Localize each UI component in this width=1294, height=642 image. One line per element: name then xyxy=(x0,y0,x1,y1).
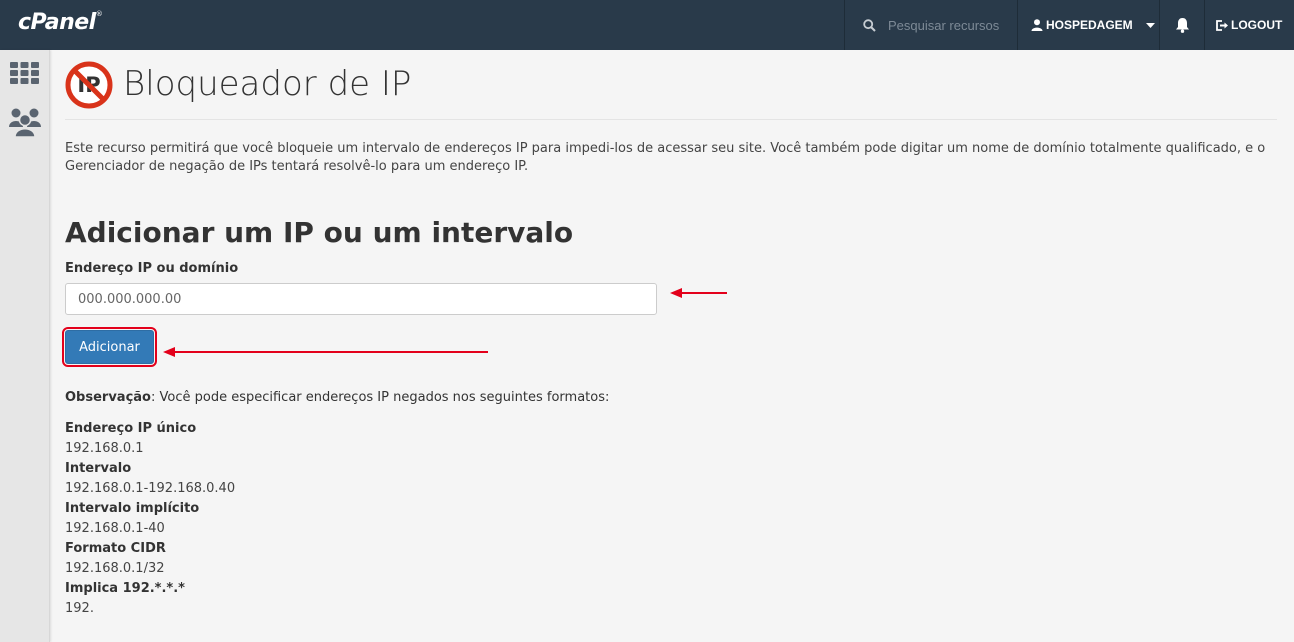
search-box[interactable] xyxy=(845,0,1017,50)
format-name: Intervalo xyxy=(65,461,132,476)
user-menu-dropdown[interactable]: HOSPEDAGEM xyxy=(1018,0,1160,50)
notifications-button[interactable] xyxy=(1160,0,1204,50)
ip-blocker-icon: IP xyxy=(65,61,113,109)
ip-or-domain-input[interactable] xyxy=(65,283,657,315)
format-example: 192.168.0.1-192.168.0.40 xyxy=(65,481,236,496)
caret-down-icon xyxy=(1145,22,1155,28)
cpanel-logo[interactable]: cPanel® xyxy=(18,10,103,35)
add-button[interactable]: Adicionar xyxy=(62,327,157,367)
top-navbar: cPanel® HOSPEDAGEM LOGOUT xyxy=(0,0,1294,50)
page-description: Este recurso permitirá que você bloqueie… xyxy=(65,141,1266,174)
format-name: Intervalo implícito xyxy=(65,501,200,516)
users-icon xyxy=(9,108,41,138)
main-content: IP Bloqueador de IP Este recurso permiti… xyxy=(62,50,1277,616)
ip-formats-list: Endereço IP único 192.168.0.1 Intervalo … xyxy=(65,419,235,619)
format-example: 192. xyxy=(65,601,94,616)
logout-button[interactable]: LOGOUT xyxy=(1205,0,1294,50)
format-name: Formato CIDR xyxy=(65,541,166,556)
ip-field-label: Endereço IP ou domínio xyxy=(65,261,239,276)
page-title: Bloqueador de IP xyxy=(123,64,412,104)
logo-text: cPanel xyxy=(18,10,96,35)
logout-label: LOGOUT xyxy=(1231,18,1283,32)
annotation-arrow-button xyxy=(163,347,488,357)
format-example: 192.168.0.1/32 xyxy=(65,561,165,576)
user-menu-label: HOSPEDAGEM xyxy=(1046,18,1133,32)
search-input[interactable] xyxy=(888,17,1008,33)
user-icon xyxy=(1031,19,1043,31)
home-grid-button[interactable] xyxy=(10,62,39,89)
sidebar xyxy=(0,50,50,642)
logo-registered-mark: ® xyxy=(95,10,103,18)
bell-icon xyxy=(1175,18,1189,33)
annotation-arrow-input xyxy=(670,288,727,298)
format-example: 192.168.0.1 xyxy=(65,441,144,456)
page-header: IP Bloqueador de IP xyxy=(65,50,1277,120)
format-name: Implica 192.*.*.* xyxy=(65,581,185,596)
add-ip-section-title: Adicionar um IP ou um intervalo xyxy=(65,216,574,249)
grid-icon xyxy=(10,62,39,84)
search-icon xyxy=(863,18,876,32)
logout-icon xyxy=(1216,19,1228,31)
note-label: Observação xyxy=(65,390,151,405)
format-example: 192.168.0.1-40 xyxy=(65,521,165,536)
user-manager-button[interactable] xyxy=(9,107,41,142)
format-name: Endereço IP único xyxy=(65,421,197,436)
note-text: Observação: Você pode especificar endere… xyxy=(65,390,609,405)
note-body: : Você pode especificar endereços IP neg… xyxy=(150,390,610,405)
